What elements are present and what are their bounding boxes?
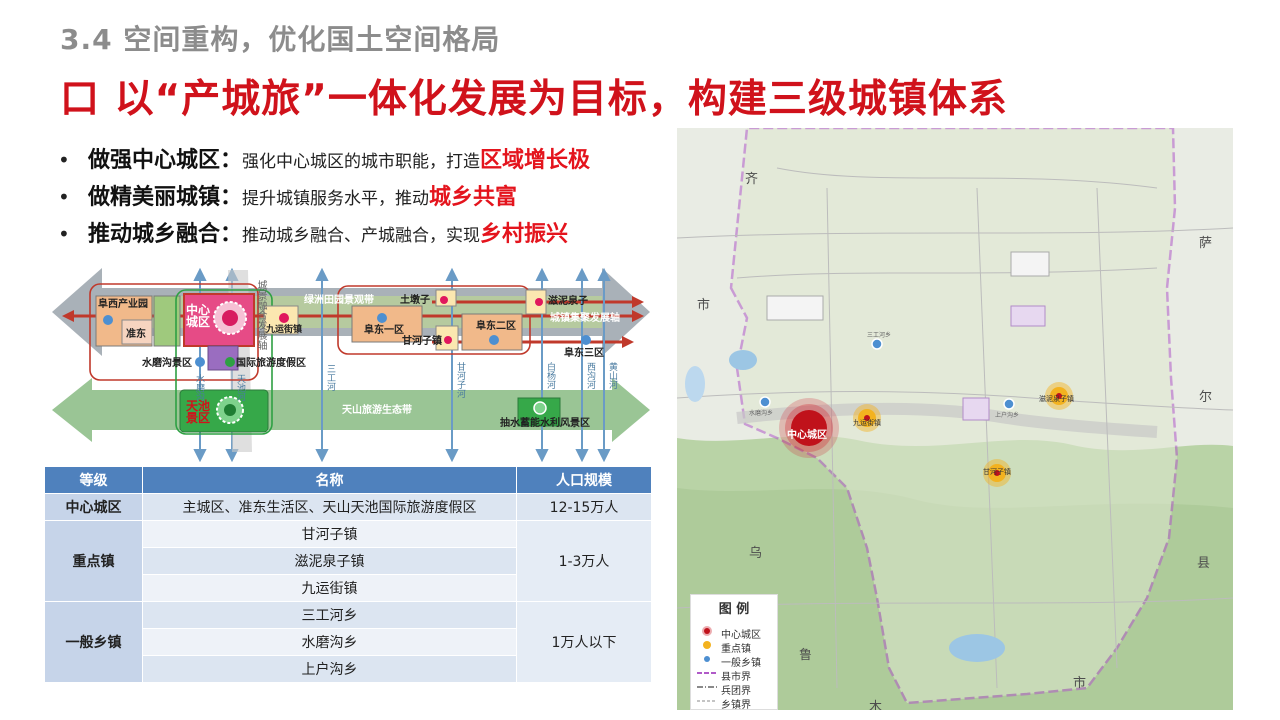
map-edge-label: 市 (1073, 676, 1087, 691)
table-row: 重点镇 甘河子镇 1-3万人 (44, 520, 652, 602)
bullet-lead: 做精美丽城镇： (88, 185, 243, 210)
bullet-dot-icon: • (58, 185, 70, 209)
map-edge-label: 乌 (749, 546, 763, 561)
label-fudong-2: 阜东二区 (476, 321, 516, 332)
header-level: 等级 (44, 466, 143, 494)
map-edge-label: 县 (1197, 556, 1211, 571)
label-center-city: 中心城区 (186, 303, 211, 329)
bullet-highlight: 乡村振兴 (480, 222, 569, 247)
town-structure-diagram: 阜西产业园 准东 中心城区 九运街镇 绿洲田园景观带 土墩子 阜东一区 阜东二区… (52, 262, 652, 462)
map-edge-label: 尔 (1199, 390, 1213, 405)
map-edge-label: 萨 (1199, 236, 1213, 251)
name-cell: 甘河子镇 (142, 520, 517, 548)
name-cell: 滋泥泉子镇 (142, 547, 517, 575)
map-edge-label: 木 (869, 700, 883, 710)
population-cell: 1万人以下 (516, 601, 652, 683)
map-legend: 图 例 中心城区 重点镇 一般乡镇 县市界 兵团界 乡镇界 (690, 594, 778, 711)
bullet-highlight: 城乡共富 (429, 185, 518, 210)
label-huangshan-river: 黄山河 (607, 362, 617, 389)
header-name: 名称 (142, 466, 517, 494)
label-town-axis: 城镇集聚发展轴 (550, 313, 620, 324)
label-ganhe-river: 甘河子河 (455, 362, 465, 398)
bullet-dot-icon: • (58, 222, 70, 246)
bullet-highlight: 区域增长极 (480, 148, 591, 173)
label-tundunzi: 土墩子 (400, 295, 430, 306)
legend-item: 重点镇 (721, 644, 751, 655)
label-xigou-river: 西沟河 (585, 362, 595, 389)
label-oasis-belt: 绿洲田园景观带 (304, 295, 374, 306)
label-fukang-industrial: 阜西产业园 (98, 299, 148, 310)
map-general-town-label: 三工河乡 (867, 332, 892, 339)
name-cell: 九运街镇 (142, 574, 517, 602)
level-cell: 中心城区 (44, 493, 143, 521)
table-row: 一般乡镇 三工河乡 1万人以下 (44, 601, 652, 683)
town-hierarchy-table: 等级 名称 人口规模 中心城区 主城区、准东生活区、天山天池国际旅游度假区 12… (44, 466, 652, 683)
label-fudong-3: 阜东三区 (564, 348, 604, 359)
label-resort: 国际旅游度假区 (236, 358, 306, 369)
label-jiuyun: 九运街镇 (266, 325, 303, 335)
map-edge-label: 市 (697, 298, 711, 313)
bullet-item: • 做精美丽城镇：提升城镇服务水平，推动城乡共富 (58, 179, 698, 216)
label-sanhe-river: 三工河 (325, 364, 335, 391)
map-edge-label: 鲁 (799, 648, 813, 663)
label-tianchi-river: 天池河 (235, 374, 245, 401)
label-pumped-storage: 抽水蓄能水利风景区 (500, 418, 590, 429)
label-fudong-1: 阜东一区 (364, 325, 404, 336)
label-tianshan-belt: 天山旅游生态带 (342, 405, 412, 416)
legend-item: 一般乡镇 (721, 658, 761, 669)
map-general-town-label: 水磨沟乡 (749, 410, 774, 417)
bullet-body: 提升城镇服务水平，推动 (242, 189, 430, 209)
bullet-list: • 做强中心城区：强化中心城区的城市职能，打造区域增长极 • 做精美丽城镇：提升城镇… (58, 142, 698, 253)
level-cell: 一般乡镇 (44, 601, 143, 683)
label-zhundong: 准东 (126, 329, 146, 340)
bullet-lead: 推动城乡融合： (88, 222, 243, 247)
name-cell: 主城区、准东生活区、天山天池国际旅游度假区 (142, 493, 517, 521)
label-shuimogou: 水磨沟景区 (142, 358, 192, 369)
label-zinifuanzi: 滋泥泉子 (548, 296, 588, 307)
name-cell: 三工河乡 (142, 601, 517, 629)
bullet-body: 强化中心城区的城市职能，打造 (242, 152, 481, 172)
population-cell: 1-3万人 (516, 520, 652, 602)
map-center-city-label: 中心城区 (787, 430, 827, 441)
map-key-town-label: 滋泥泉子镇 (1039, 395, 1074, 403)
header-population: 人口规模 (516, 466, 652, 494)
bullet-body: 推动城乡融合、产城融合，实现 (242, 226, 481, 246)
bullet-lead: 做强中心城区： (88, 148, 243, 173)
label-urban-axis: 城景融合发展轴 (255, 280, 266, 350)
bullet-item: • 做强中心城区：强化中心城区的城市职能，打造区域增长极 (58, 142, 698, 179)
label-baiyang-river: 白杨河 (545, 362, 555, 389)
table-row: 中心城区 主城区、准东生活区、天山天池国际旅游度假区 12-15万人 (44, 493, 652, 521)
map-general-town-label: 上户沟乡 (995, 412, 1020, 419)
name-cell: 上户沟乡 (142, 655, 517, 683)
label-tianchi: 天池景区 (186, 399, 211, 425)
map-key-town-label: 九运街镇 (853, 419, 881, 427)
legend-item: 中心城区 (721, 630, 761, 641)
legend-item: 县市界 (721, 672, 751, 683)
slide-subtitle: 3.4 空间重构，优化国土空间格局 (60, 23, 501, 56)
population-cell: 12-15万人 (516, 493, 652, 521)
table-header-row: 等级 名称 人口规模 (44, 466, 652, 494)
legend-item: 乡镇界 (721, 700, 751, 711)
map-edge-label: 齐 (745, 172, 759, 187)
legend-item: 兵团界 (721, 686, 751, 697)
bullet-dot-icon: • (58, 148, 70, 172)
slide-headline: 口 以“产城旅”一体化发展为目标，构建三级城镇体系 (60, 77, 1008, 122)
bullet-item: • 推动城乡融合：推动城乡融合、产城融合，实现乡村振兴 (58, 216, 698, 253)
label-ganhezi: 甘河子镇 (402, 336, 442, 347)
map-key-town-label: 甘河子镇 (983, 468, 1011, 476)
name-cell: 水磨沟乡 (142, 628, 517, 656)
label-shuimo-river: 水磨沟 (194, 374, 204, 401)
level-cell: 重点镇 (44, 520, 143, 602)
